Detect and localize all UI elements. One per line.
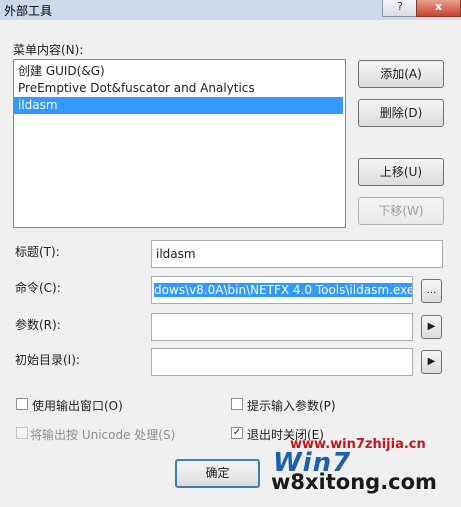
prompt-args-label: 提示输入参数(P) <box>247 399 336 413</box>
unicode-label: 将输出按 Unicode 处理(S) <box>30 428 176 442</box>
move-down-button[interactable]: 下移(W) <box>358 197 444 225</box>
initdir-label: 初始目录(I): <box>15 353 80 367</box>
title-label: 标题(T): <box>15 245 60 259</box>
title-input[interactable]: ildasm <box>151 240 443 268</box>
checkmark-icon: ✓ <box>232 427 242 438</box>
command-label: 命令(C): <box>15 281 61 295</box>
menu-content-list[interactable]: 创建 GUID(&G) PreEmptive Dot&fuscator and … <box>13 59 346 228</box>
list-item[interactable]: ildasm <box>14 97 343 114</box>
help-button[interactable]: ? <box>382 0 418 17</box>
close-on-exit-checkbox[interactable]: ✓ <box>231 427 243 439</box>
args-arrow-button[interactable]: ▶ <box>421 315 442 339</box>
list-item[interactable]: 创建 GUID(&G) <box>14 63 343 80</box>
unicode-checkbox[interactable] <box>16 427 28 439</box>
initdir-input[interactable] <box>151 348 413 376</box>
prompt-args-checkbox[interactable] <box>231 398 243 410</box>
delete-button[interactable]: 删除(D) <box>358 99 444 127</box>
browse-button[interactable]: ... <box>421 279 442 303</box>
menu-content-label: 菜单内容(N): <box>13 43 84 57</box>
command-value: dows\v8.0A\bin\NETFX 4.0 Tools\ildasm.ex… <box>154 283 413 297</box>
add-button[interactable]: 添加(A) <box>358 60 444 88</box>
args-input[interactable] <box>151 313 413 341</box>
move-up-button[interactable]: 上移(U) <box>358 158 444 186</box>
arrow-right-icon: ▶ <box>427 321 436 332</box>
close-button[interactable]: x <box>416 0 461 17</box>
window-title: 外部工具 <box>4 4 53 18</box>
args-label: 参数(R): <box>15 318 61 332</box>
watermark-site: w8xitong.com <box>271 470 437 494</box>
command-input[interactable]: dows\v8.0A\bin\NETFX 4.0 Tools\ildasm.ex… <box>151 276 413 304</box>
list-item[interactable]: PreEmptive Dot&fuscator and Analytics <box>14 80 343 97</box>
use-output-checkbox[interactable] <box>16 398 28 410</box>
initdir-arrow-button[interactable]: ▶ <box>421 350 442 374</box>
use-output-label: 使用输出窗口(O) <box>32 399 123 413</box>
ok-button[interactable]: 确定 <box>175 459 260 488</box>
arrow-right-icon: ▶ <box>427 356 436 367</box>
